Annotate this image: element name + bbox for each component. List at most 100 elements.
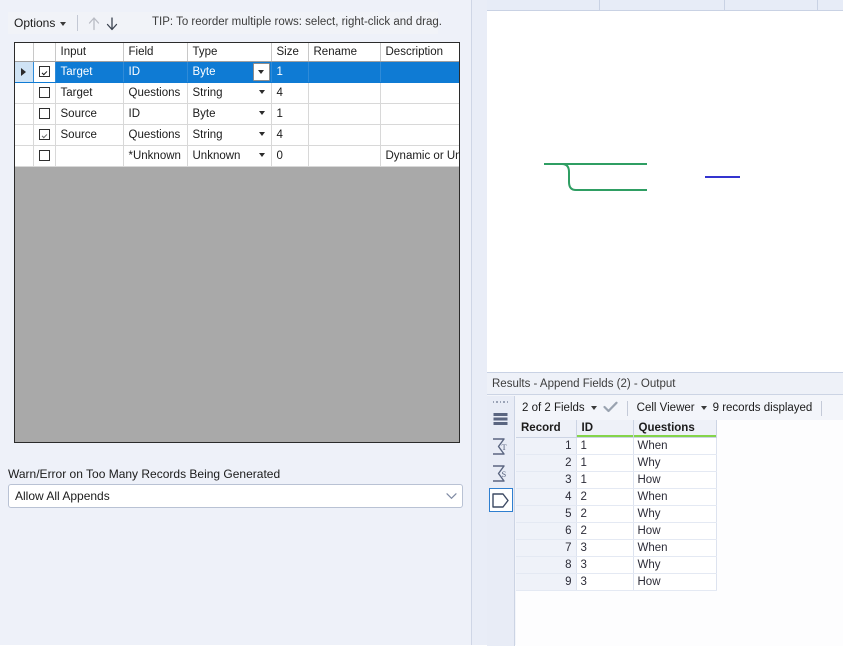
col-header-id[interactable]: ID — [576, 420, 634, 438]
cell-id[interactable]: 3 — [576, 539, 634, 557]
cell-rename[interactable] — [308, 124, 381, 146]
cell-type[interactable]: Byte — [187, 61, 272, 83]
type-dropdown-button[interactable] — [252, 63, 270, 81]
table-row[interactable]: 3 1 How — [516, 471, 717, 489]
col-header-rename[interactable]: Rename — [308, 43, 381, 62]
cell-size[interactable]: 0 — [271, 145, 309, 167]
cell-rename[interactable] — [308, 61, 381, 83]
drag-grip-icon[interactable] — [492, 399, 509, 404]
row-select-cell[interactable] — [33, 103, 56, 125]
row-checkbox[interactable] — [38, 87, 50, 99]
cell-type[interactable]: Unknown — [187, 145, 272, 167]
cell-questions[interactable]: Why — [633, 505, 717, 523]
cell-id[interactable]: 1 — [576, 437, 634, 455]
checkmark-icon[interactable] — [603, 401, 618, 416]
cell-size[interactable]: 4 — [271, 82, 309, 104]
table-row[interactable]: 9 3 How — [516, 573, 717, 591]
table-row[interactable]: 7 3 When — [516, 539, 717, 557]
cell-field[interactable]: *Unknown — [123, 145, 188, 167]
cell-rename[interactable] — [308, 145, 381, 167]
row-select-cell[interactable] — [33, 145, 56, 167]
col-header-size[interactable]: Size — [271, 43, 309, 62]
move-down-button[interactable] — [103, 14, 121, 32]
cell-questions[interactable]: When — [633, 488, 717, 506]
options-button[interactable]: Options — [8, 12, 72, 34]
table-row[interactable]: Source ID Byte 1 — [15, 103, 459, 125]
cell-questions[interactable]: Why — [633, 454, 717, 472]
cell-questions[interactable]: Why — [633, 556, 717, 574]
cell-viewer-label[interactable]: Cell Viewer — [637, 402, 695, 414]
cell-description[interactable] — [380, 124, 459, 146]
col-header-type[interactable]: Type — [187, 43, 272, 62]
table-row[interactable]: 4 2 When — [516, 488, 717, 506]
row-select-cell[interactable] — [33, 82, 56, 104]
cell-type[interactable]: String — [187, 82, 272, 104]
cell-id[interactable]: 2 — [576, 488, 634, 506]
row-checkbox[interactable] — [38, 150, 50, 162]
table-row[interactable]: 8 3 Why — [516, 556, 717, 574]
cell-size[interactable]: 4 — [271, 124, 309, 146]
output-tag-icon[interactable] — [488, 488, 513, 512]
chevron-down-icon[interactable] — [590, 406, 597, 410]
table-row[interactable]: Source Questions String 4 — [15, 124, 459, 146]
type-dropdown-button[interactable] — [255, 147, 270, 163]
cell-id[interactable]: 1 — [576, 454, 634, 472]
cell-questions[interactable]: When — [633, 437, 717, 455]
col-header-field[interactable]: Field — [123, 43, 188, 62]
cell-questions[interactable]: How — [633, 471, 717, 489]
row-select-cell[interactable] — [33, 61, 56, 83]
chevron-down-icon[interactable] — [700, 406, 707, 410]
cell-id[interactable]: 2 — [576, 505, 634, 523]
cell-description[interactable] — [380, 103, 459, 125]
metainfo-s-icon[interactable]: S — [489, 461, 513, 485]
cell-questions[interactable]: How — [633, 573, 717, 591]
cell-size[interactable]: 1 — [271, 61, 309, 83]
workflow-canvas[interactable]: T S — [487, 0, 843, 372]
cell-type[interactable]: Byte — [187, 103, 272, 125]
warn-error-select[interactable]: Allow All Appends — [8, 484, 463, 508]
cell-field[interactable]: ID — [123, 61, 188, 83]
table-row[interactable]: 1 1 When — [516, 437, 717, 455]
cell-size[interactable]: 1 — [271, 103, 309, 125]
table-row[interactable]: *Unknown Unknown 0 Dynamic or Unkno... — [15, 145, 459, 167]
cell-description[interactable]: Dynamic or Unkno... — [380, 145, 459, 167]
cell-questions[interactable]: When — [633, 539, 717, 557]
cell-id[interactable]: 2 — [576, 522, 634, 540]
move-up-button[interactable] — [85, 14, 103, 32]
table-row[interactable]: 5 2 Why — [516, 505, 717, 523]
metainfo-t-icon[interactable]: T — [489, 434, 513, 458]
col-header-questions[interactable]: Questions — [633, 420, 717, 438]
col-header-record[interactable]: Record — [516, 420, 577, 438]
fields-count-label[interactable]: 2 of 2 Fields — [522, 402, 585, 414]
cell-rename[interactable] — [308, 82, 381, 104]
cell-type[interactable]: String — [187, 124, 272, 146]
row-checkbox[interactable] — [38, 66, 50, 78]
cell-field[interactable]: Questions — [123, 124, 188, 146]
cell-id[interactable]: 3 — [576, 556, 634, 574]
field-config-grid[interactable]: Input Field Type Size Rename Description… — [14, 42, 460, 443]
type-dropdown-button[interactable] — [255, 84, 270, 100]
table-row[interactable]: 6 2 How — [516, 522, 717, 540]
table-row[interactable]: 2 1 Why — [516, 454, 717, 472]
cell-questions[interactable]: How — [633, 522, 717, 540]
col-header-input[interactable]: Input — [55, 43, 124, 62]
cell-field[interactable]: ID — [123, 103, 188, 125]
cell-id[interactable]: 3 — [576, 573, 634, 591]
connection-wires — [544, 163, 740, 191]
cell-field[interactable]: Questions — [123, 82, 188, 104]
type-dropdown-button[interactable] — [255, 126, 270, 142]
panel-divider[interactable] — [471, 0, 488, 645]
results-data-grid[interactable]: Record ID Questions 1 1 When 2 1 Why 3 1… — [516, 420, 843, 646]
row-checkbox[interactable] — [38, 108, 50, 120]
row-select-cell[interactable] — [33, 124, 56, 146]
col-header-description[interactable]: Description — [380, 43, 459, 62]
cell-id[interactable]: 1 — [576, 471, 634, 489]
messages-icon[interactable] — [489, 407, 513, 431]
table-row[interactable]: Target Questions String 4 — [15, 82, 459, 104]
table-row[interactable]: Target ID Byte 1 — [15, 61, 459, 83]
row-checkbox[interactable] — [38, 129, 50, 141]
cell-description[interactable] — [380, 61, 459, 83]
cell-rename[interactable] — [308, 103, 381, 125]
cell-description[interactable] — [380, 82, 459, 104]
type-dropdown-button[interactable] — [255, 105, 270, 121]
